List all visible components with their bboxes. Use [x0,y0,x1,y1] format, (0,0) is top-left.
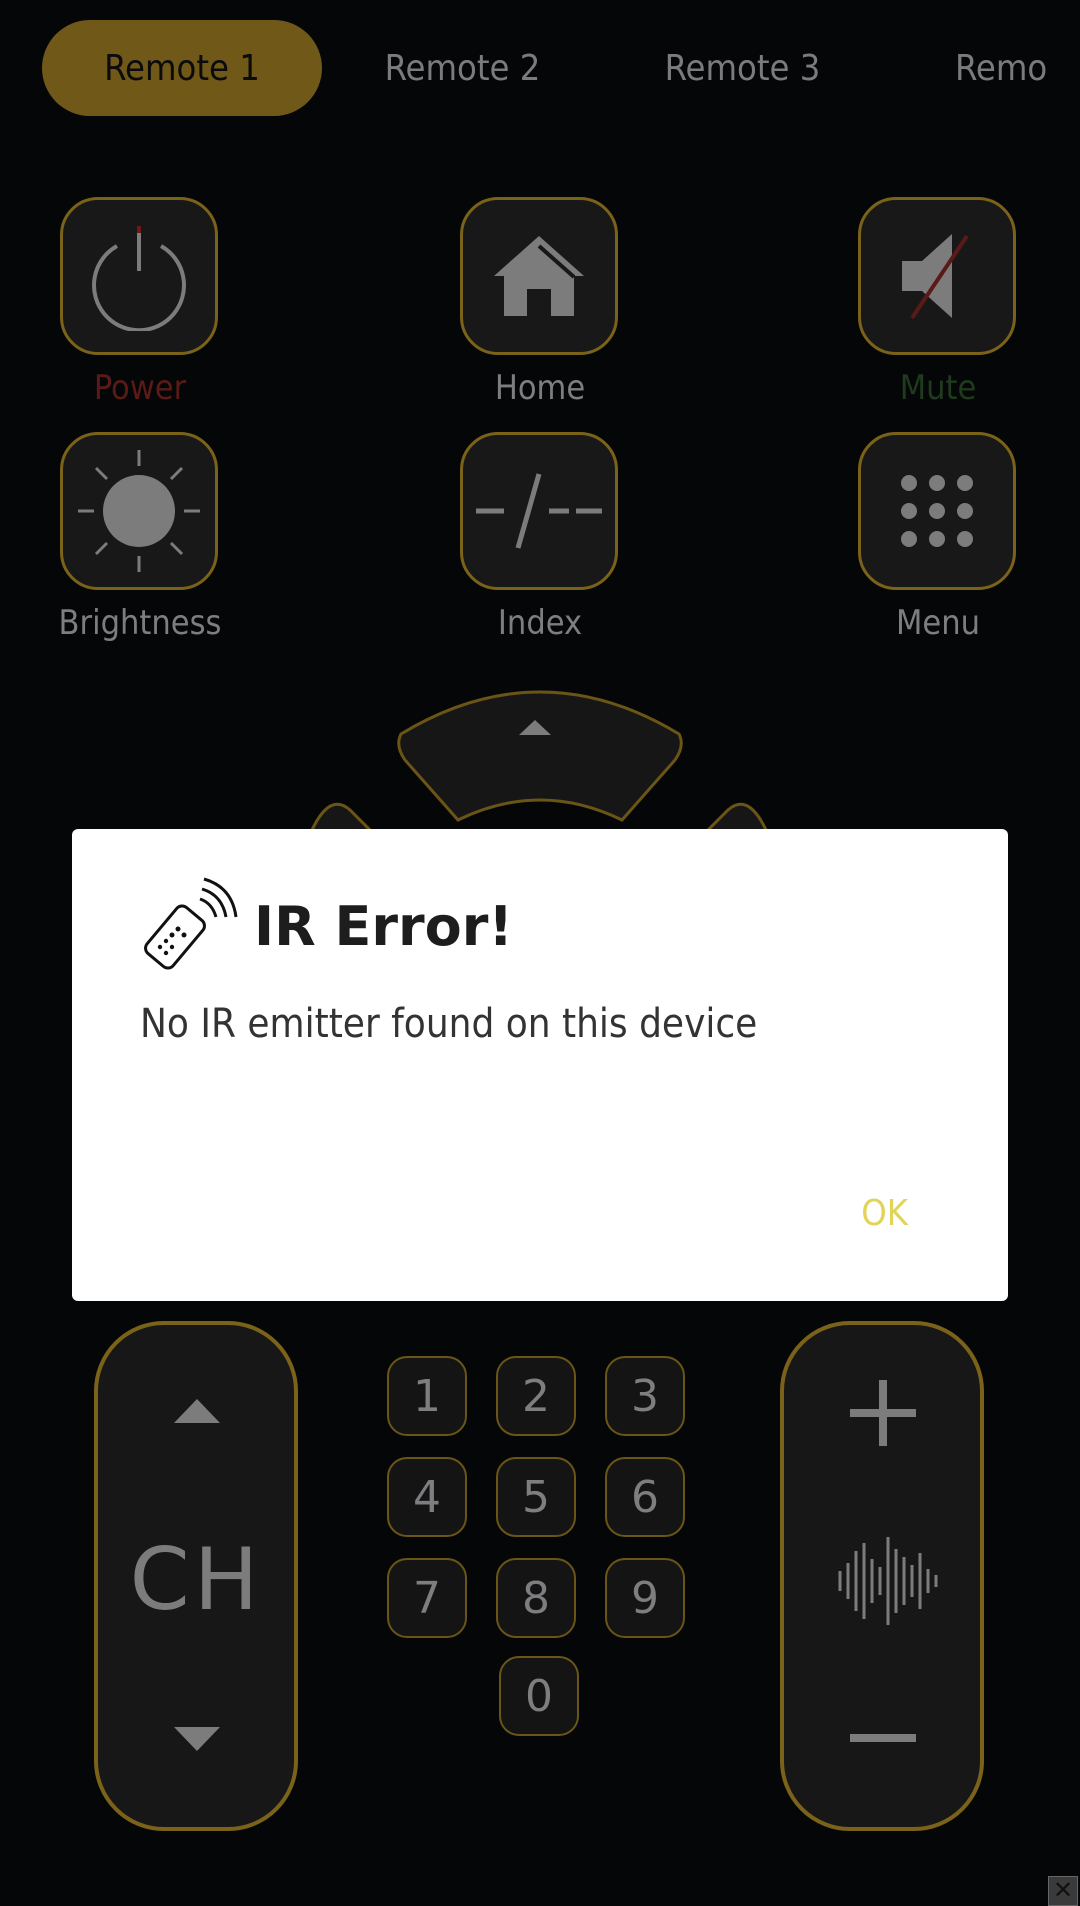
channel-rocker: CH [94,1321,298,1831]
channel-label: CH [129,1530,263,1630]
dpad-up-button[interactable] [397,690,683,822]
menu-button[interactable] [858,432,1016,590]
mute-icon [902,234,969,320]
brightness-label: Brightness [58,603,222,643]
brightness-icon [78,450,200,572]
tab-remote-2[interactable]: Remote 2 [350,20,575,116]
power-icon [92,226,186,331]
tab-remote-1[interactable]: Remote 1 [42,20,322,116]
ok-button[interactable]: OK [861,1193,908,1234]
volume-rocker [780,1321,984,1831]
mute-button[interactable] [858,197,1016,355]
key-1[interactable]: 1 [387,1356,467,1436]
brightness-button[interactable] [60,432,218,590]
index-label: Index [497,603,583,643]
menu-grid-icon [901,475,973,547]
power-label: Power [93,368,187,408]
key-8[interactable]: 8 [496,1558,576,1638]
close-icon[interactable]: ✕ [1048,1876,1078,1906]
dpad [310,690,768,840]
key-0[interactable]: 0 [499,1656,579,1736]
volume-down-icon[interactable] [850,1733,916,1743]
dialog-title: IR Error! [254,895,513,958]
sound-wave-icon [838,1537,938,1625]
menu-label: Menu [895,603,980,643]
home-icon [494,236,584,316]
home-label: Home [494,368,586,408]
ir-error-dialog: IR Error! No IR emitter found on this de… [72,829,1008,1301]
channel-down-icon[interactable] [174,1725,220,1753]
key-9[interactable]: 9 [605,1558,685,1638]
dialog-message: No IR emitter found on this device [140,1001,758,1047]
key-5[interactable]: 5 [496,1457,576,1537]
mute-label: Mute [899,368,977,408]
channel-up-icon[interactable] [174,1397,220,1425]
home-button[interactable] [460,197,618,355]
tab-remote-3[interactable]: Remote 3 [630,20,855,116]
index-button[interactable] [460,432,618,590]
tab-remote-4[interactable]: Remo [920,20,1080,116]
index-icon [476,473,602,549]
volume-up-icon[interactable] [850,1380,916,1446]
key-2[interactable]: 2 [496,1356,576,1436]
key-7[interactable]: 7 [387,1558,467,1638]
power-button[interactable] [60,197,218,355]
key-3[interactable]: 3 [605,1356,685,1436]
key-4[interactable]: 4 [387,1457,467,1537]
remote-control-icon [144,877,238,970]
key-6[interactable]: 6 [605,1457,685,1537]
